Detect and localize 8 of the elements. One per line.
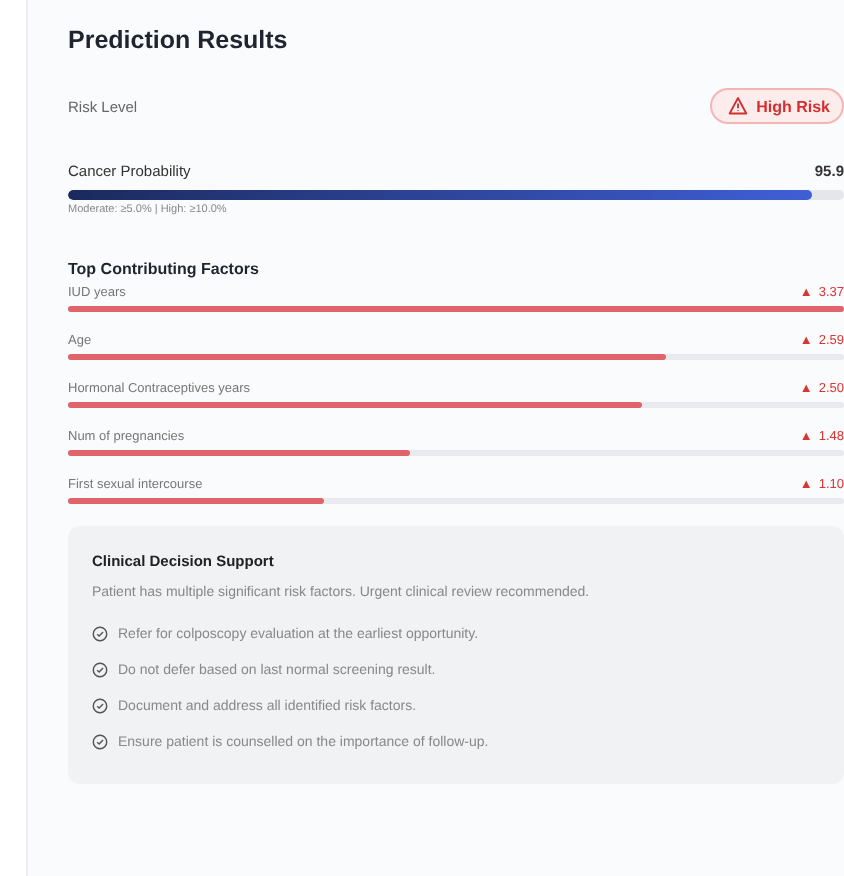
results-title: Prediction Results (68, 26, 290, 54)
warning-icon (728, 96, 749, 116)
check-circle-icon (92, 734, 108, 751)
check-circle-icon (92, 662, 108, 679)
check-circle-icon (92, 698, 108, 715)
risk-badge: High Risk (710, 88, 844, 124)
factors-title: Top Contributing Factors (68, 260, 261, 278)
check-circle-icon (92, 626, 108, 643)
